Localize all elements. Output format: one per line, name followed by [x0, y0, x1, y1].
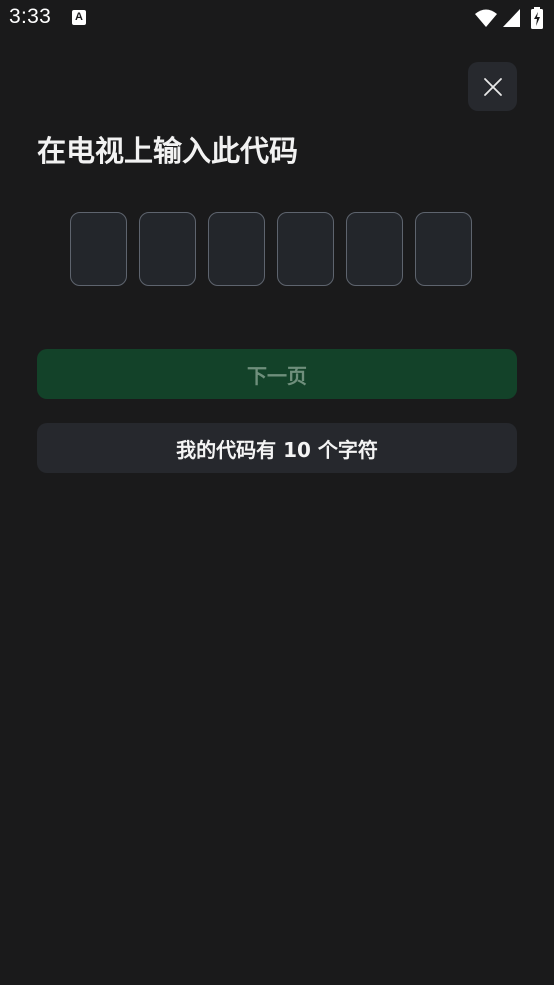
page-title: 在电视上输入此代码	[37, 134, 299, 168]
close-icon	[483, 77, 502, 96]
signal-icon	[503, 9, 520, 27]
wifi-icon	[475, 9, 497, 27]
status-bar: 3:33 A	[0, 0, 554, 38]
close-button[interactable]	[468, 62, 517, 111]
next-button[interactable]: 下一页	[37, 349, 517, 399]
code-input-box-6[interactable]	[415, 212, 472, 286]
code-input-box-3[interactable]	[208, 212, 265, 286]
ten-character-code-button[interactable]: 我的代码有 10 个字符	[37, 423, 517, 473]
code-input-box-2[interactable]	[139, 212, 196, 286]
notification-icon: A	[72, 10, 86, 25]
code-input-box-5[interactable]	[346, 212, 403, 286]
battery-charging-icon	[531, 7, 543, 29]
screen: 3:33 A 在电视上输入此代码 下一页 我的代码有 10 个字符	[0, 0, 554, 985]
status-time: 3:33	[9, 5, 52, 28]
code-input-box-4[interactable]	[277, 212, 334, 286]
next-button-label: 下一页	[247, 363, 307, 388]
code-input-group	[70, 212, 472, 286]
ten-character-code-label: 我的代码有 10 个字符	[176, 437, 378, 462]
code-input-box-1[interactable]	[70, 212, 127, 286]
